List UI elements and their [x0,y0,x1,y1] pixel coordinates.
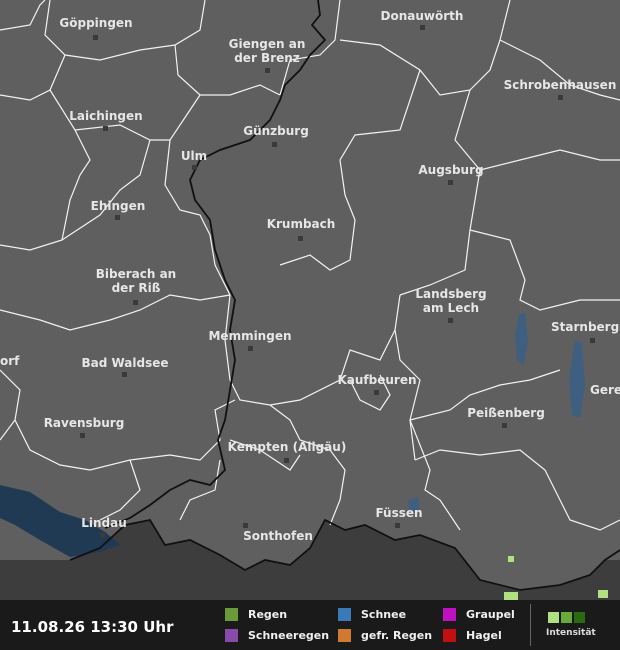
legend-item-hagel: Hagel [443,629,502,642]
city-label-krumbach: Krumbach [267,217,336,231]
legend-label: Hagel [466,629,502,642]
legend-item-graupel: Graupel [443,608,515,621]
city-dot [374,390,379,395]
city-label-sonthofen: Sonthofen [243,529,313,543]
legend-label: Schneeregen [248,629,330,642]
city-dot [284,458,289,463]
schneeregen-swatch [225,629,238,642]
legend-label: gefr. Regen [361,629,433,642]
city-dot [558,95,563,100]
regen-swatch [225,608,238,621]
city-label-landsberg-2: am Lech [423,301,479,315]
intensity-swatch-strong [574,612,585,623]
city-label-bad-waldsee: Bad Waldsee [81,356,168,370]
city-dot [248,346,253,351]
city-dot [243,523,248,528]
city-label-ulm: Ulm [181,149,207,163]
city-label-biberach-2: der Riß [112,281,161,295]
city-dot [133,300,138,305]
city-label-giengen-2: der Brenz [234,51,300,65]
legend-bar: 11.08.26 13:30 Uhr Regen Schnee Graupel … [0,600,620,650]
precip-cell [508,556,514,562]
city-label-peissenberg: Peißenberg [467,406,545,420]
city-dot [103,126,108,131]
city-dot [448,180,453,185]
city-label-schrobenhausen: Schrobenhausen [504,78,617,92]
city-label-memmingen: Memmingen [208,329,291,343]
city-label-fuessen: Füssen [375,506,422,520]
graupel-swatch [443,608,456,621]
city-label-orf: orf [0,354,20,368]
legend-label: Regen [248,608,288,621]
city-label-goeppingen: Göppingen [59,16,132,30]
city-label-giengen-1: Giengen an [229,37,306,51]
weather-radar-map: Göppingen Donauwörth Giengen an der Bren… [0,0,620,600]
city-dot [265,68,270,73]
city-dot [420,25,425,30]
intensity-label: Intensität [546,628,596,638]
city-dot [502,423,507,428]
city-dot [272,142,277,147]
intensity-swatch-light [548,612,559,623]
city-label-lindau: Lindau [81,516,127,530]
city-label-gere: Gere [590,383,620,397]
schnee-swatch [338,608,351,621]
legend-item-schnee: Schnee [338,608,406,621]
city-label-kaufbeuren: Kaufbeuren [337,373,416,387]
gefr-regen-swatch [338,629,351,642]
legend-item-schneeregen: Schneeregen [225,629,329,642]
legend-item-regen: Regen [225,608,287,621]
city-label-biberach-1: Biberach an [96,267,176,281]
city-label-kempten: Kempten (Allgäu) [228,440,347,454]
city-label-laichingen: Laichingen [69,109,142,123]
legend-label: Graupel [466,608,515,621]
city-dot [192,165,197,170]
legend-divider [530,604,531,646]
city-label-ehingen: Ehingen [91,199,146,213]
city-dot [298,236,303,241]
intensity-swatch-medium [561,612,572,623]
city-dot [395,523,400,528]
city-label-landsberg-1: Landsberg [415,287,486,301]
precip-cell [504,592,518,600]
legend-label: Schnee [361,608,407,621]
city-label-guenzburg: Günzburg [243,124,309,138]
city-dot [80,433,85,438]
precip-cell [598,590,608,598]
city-label-ravensburg: Ravensburg [44,416,125,430]
city-dot [448,318,453,323]
city-dot [590,338,595,343]
city-dot [100,533,105,538]
city-label-starnberg: Starnberg [551,320,619,334]
hagel-swatch [443,629,456,642]
city-label-augsburg: Augsburg [418,163,483,177]
city-label-donauwoerth: Donauwörth [381,9,464,23]
city-dot [93,35,98,40]
timestamp: 11.08.26 13:30 Uhr [11,618,174,636]
city-dot [122,372,127,377]
city-dot [115,215,120,220]
legend-item-gefr-regen: gefr. Regen [338,629,432,642]
